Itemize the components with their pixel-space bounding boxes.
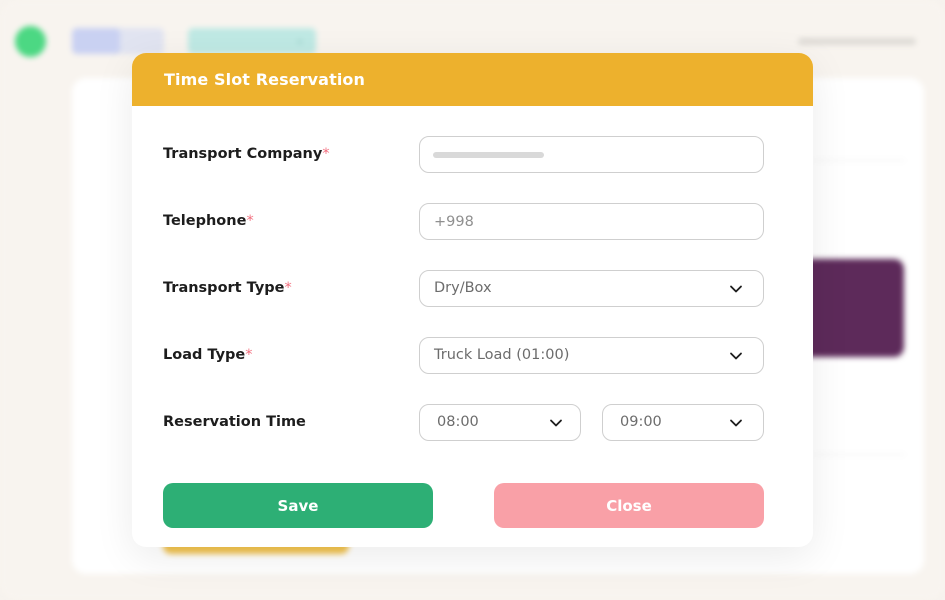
chevron-down-icon — [729, 282, 743, 296]
reservation-start-time-select[interactable]: 08:00 — [419, 404, 581, 441]
modal-header: Time Slot Reservation — [132, 53, 813, 106]
background-toggle-active — [72, 28, 120, 54]
chevron-down-icon — [549, 416, 563, 430]
required-marker: * — [284, 280, 292, 296]
telephone-row: Telephone* — [163, 203, 764, 240]
reservation-time-row: Reservation Time 08:00 09:00 — [163, 404, 764, 441]
chevron-down-icon: ⌄ — [295, 35, 304, 46]
reservation-time-label: Reservation Time — [163, 414, 306, 430]
background-rule — [813, 160, 905, 161]
load-type-value: Truck Load (01:00) — [434, 347, 570, 363]
transport-type-label: Transport Type* — [163, 270, 292, 307]
transport-company-placeholder-bar — [433, 152, 544, 158]
transport-type-value: Dry/Box — [434, 280, 492, 296]
background-rule — [813, 454, 905, 455]
transport-company-label: Transport Company* — [163, 136, 330, 173]
close-button[interactable]: Close — [494, 483, 764, 528]
telephone-input[interactable] — [419, 203, 764, 240]
background-avatar — [15, 26, 46, 57]
save-button[interactable]: Save — [163, 483, 433, 528]
reservation-end-time-select[interactable]: 09:00 — [602, 404, 764, 441]
telephone-label-text: Telephone — [163, 213, 247, 229]
start-time-value: 08:00 — [437, 414, 479, 430]
required-marker: * — [322, 146, 330, 162]
chevron-down-icon — [729, 416, 743, 430]
telephone-field[interactable] — [420, 204, 763, 239]
transport-type-label-text: Transport Type — [163, 280, 285, 296]
load-type-label: Load Type* — [163, 337, 253, 374]
required-marker: * — [245, 347, 253, 363]
background-view-toggle — [72, 28, 164, 54]
background-select: ⌄ — [188, 28, 316, 54]
telephone-label: Telephone* — [163, 203, 254, 240]
background-toggle-other — [120, 28, 164, 54]
end-time-value: 09:00 — [620, 414, 662, 430]
transport-type-select[interactable]: Dry/Box — [419, 270, 764, 307]
modal-title: Time Slot Reservation — [164, 70, 365, 89]
time-slot-reservation-modal: Time Slot Reservation Transport Company*… — [132, 53, 813, 547]
transport-company-row: Transport Company* — [163, 136, 764, 173]
background-header-line — [798, 38, 916, 45]
chevron-down-icon — [729, 349, 743, 363]
load-type-select[interactable]: Truck Load (01:00) — [419, 337, 764, 374]
background-event-block — [798, 259, 904, 357]
required-marker: * — [246, 213, 254, 229]
transport-type-row: Transport Type* Dry/Box — [163, 270, 764, 307]
load-type-row: Load Type* Truck Load (01:00) — [163, 337, 764, 374]
transport-company-label-text: Transport Company — [163, 146, 323, 162]
load-type-label-text: Load Type — [163, 347, 246, 363]
transport-company-input[interactable] — [419, 136, 764, 173]
